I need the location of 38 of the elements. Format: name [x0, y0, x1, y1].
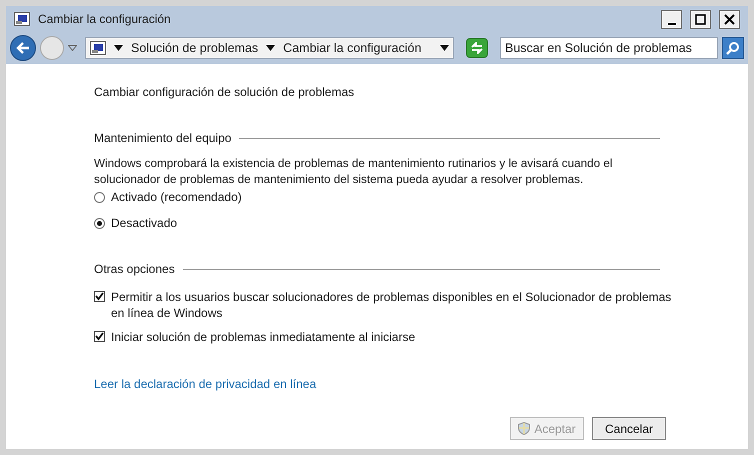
checkbox-label: Iniciar solución de problemas inmediatamente al iniciarse — [111, 329, 416, 345]
radio-label: Desactivado — [111, 215, 178, 232]
control-panel-icon — [90, 41, 106, 55]
back-button[interactable] — [10, 35, 36, 61]
close-icon — [724, 14, 735, 24]
caret-icon[interactable] — [114, 45, 123, 51]
history-dropdown-icon[interactable] — [68, 45, 77, 51]
search-button[interactable] — [722, 37, 744, 59]
breadcrumb[interactable]: Cambiar la configuración — [283, 38, 422, 58]
checkbox[interactable] — [94, 331, 105, 342]
section-title: Mantenimiento del equipo — [94, 130, 232, 147]
page-heading: Cambiar configuración de solución de problemas — [94, 84, 356, 101]
address-bar[interactable]: Solución de problemas Cambiar la configuración — [85, 37, 454, 59]
minimize-icon — [668, 22, 676, 24]
radio-button[interactable] — [94, 218, 105, 228]
maximize-icon — [695, 14, 706, 24]
search-field[interactable]: Buscar en Solución de problemas — [500, 37, 718, 59]
checkbox[interactable] — [94, 291, 105, 302]
radio-button[interactable] — [94, 192, 105, 202]
dialog-button[interactable]: Cancelar — [592, 417, 666, 440]
breadcrumb[interactable]: Solución de problemas — [131, 38, 258, 58]
window-icon — [14, 12, 30, 26]
close-button[interactable] — [719, 10, 740, 28]
search-icon — [726, 41, 740, 55]
window-title: Cambiar la configuración — [38, 11, 171, 28]
refresh-button[interactable] — [466, 38, 488, 58]
shield-icon — [518, 422, 530, 435]
description: Windows comprobará la existencia de problemas de mantenimiento rutinarios y le avisará cuando el solucionador de problemas de mantenimiento del sistema pueda ayudar a resolver problemas. — [94, 156, 614, 188]
caret-icon[interactable] — [440, 45, 449, 51]
refresh-icon — [470, 42, 484, 54]
privacy-link[interactable]: Leer la declaración de privacidad en línea — [94, 375, 316, 393]
minimize-button[interactable] — [661, 10, 682, 28]
checkbox-label: Permitir a los usuarios buscar solucionadores de problemas disponibles en el Solucionador de problemas en línea de Windows — [111, 289, 672, 321]
maximize-button[interactable] — [690, 10, 711, 28]
caret-icon[interactable] — [266, 45, 276, 51]
section-title: Otras opciones — [94, 261, 175, 278]
radio-label: Activado (recomendado) — [111, 189, 242, 206]
back-arrow-icon — [16, 42, 30, 54]
